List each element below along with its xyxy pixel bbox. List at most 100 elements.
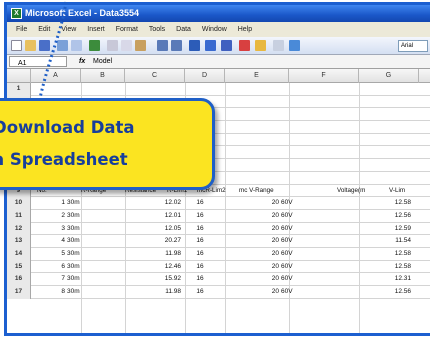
cell-resistance[interactable]: 12.46 — [125, 261, 181, 274]
cell-r-lim2[interactable]: 20 — [265, 223, 279, 236]
cell-r-range[interactable]: 30m — [67, 273, 97, 286]
column-header-f[interactable]: F — [289, 69, 359, 83]
cell-v-range[interactable]: 60V — [281, 235, 301, 248]
row-header[interactable]: 1 — [7, 83, 31, 96]
cell-r-range[interactable]: 30m — [67, 286, 97, 299]
cell-resistance[interactable]: 11.98 — [125, 286, 181, 299]
cell-voltage[interactable]: 12.58 — [361, 248, 411, 261]
cell-r-lim2[interactable]: 20 — [265, 235, 279, 248]
paste-icon[interactable] — [135, 40, 146, 51]
row-header[interactable]: 15 — [7, 260, 31, 274]
cell-r-lim2[interactable]: 20 — [265, 286, 279, 299]
cell-voltage[interactable]: 11.54 — [361, 235, 411, 248]
cell-resistance[interactable]: 12.01 — [125, 210, 181, 223]
column-header-d[interactable]: D — [185, 69, 225, 83]
cell-r-range[interactable]: 30m — [67, 248, 97, 261]
cell-voltage[interactable]: 12.56 — [361, 286, 411, 299]
autosum-icon[interactable] — [205, 40, 216, 51]
font-name-select[interactable]: Arial — [398, 40, 428, 52]
cell-resistance[interactable]: 12.02 — [125, 197, 181, 210]
menu-file[interactable]: File — [16, 22, 27, 37]
row-header[interactable]: 13 — [7, 235, 31, 248]
help-icon[interactable] — [289, 40, 300, 51]
menu-data[interactable]: Data — [176, 22, 191, 37]
column-header-g[interactable]: G — [359, 69, 419, 83]
cell-v-range[interactable]: 60V — [281, 286, 301, 299]
cell-r-lim1[interactable]: 16 — [185, 248, 215, 261]
cell-r-range[interactable]: 30m — [67, 235, 97, 248]
cell-r-lim1[interactable]: 16 — [185, 210, 215, 223]
cell-r-lim1[interactable]: 16 — [185, 235, 215, 248]
drawing-icon[interactable] — [255, 40, 266, 51]
zoom-icon[interactable] — [273, 40, 284, 51]
row-header[interactable]: 16 — [7, 273, 31, 286]
cell-r-lim1[interactable]: 16 — [185, 286, 215, 299]
menu-insert[interactable]: Insert — [87, 22, 105, 37]
row-header[interactable]: 10 — [7, 197, 31, 210]
cell-resistance[interactable]: 12.05 — [125, 223, 181, 236]
cell-v-range[interactable]: 60V — [281, 248, 301, 261]
menu-format[interactable]: Format — [116, 22, 138, 37]
cell-v-range[interactable]: 60V — [281, 197, 301, 210]
cell-r-range[interactable]: 30m — [67, 223, 97, 236]
undo-icon[interactable] — [157, 40, 168, 51]
cell-r-lim2[interactable]: 20 — [265, 261, 279, 274]
column-header-c[interactable]: C — [125, 69, 185, 83]
cell-voltage[interactable]: 12.56 — [361, 210, 411, 223]
row-header[interactable]: 14 — [7, 247, 31, 261]
header-cell-v-range[interactable]: mc V-Range — [239, 185, 305, 198]
cell-no[interactable]: 3 — [37, 223, 65, 236]
cell-v-range[interactable]: 60V — [281, 223, 301, 236]
cell-no[interactable]: 6 — [37, 261, 65, 274]
redo-icon[interactable] — [171, 40, 182, 51]
chart-icon[interactable] — [239, 40, 250, 51]
cell-no[interactable]: 5 — [37, 248, 65, 261]
cell-no[interactable]: 8 — [37, 286, 65, 299]
cell-voltage[interactable]: 12.31 — [361, 273, 411, 286]
menu-window[interactable]: Window — [202, 22, 227, 37]
cell-no[interactable]: 2 — [37, 210, 65, 223]
header-cell-voltage[interactable]: Voltage(m — [337, 185, 387, 198]
cell-r-lim1[interactable]: 16 — [185, 197, 215, 210]
cell-voltage[interactable]: 12.58 — [361, 197, 411, 210]
cell-r-range[interactable]: 30m — [67, 210, 97, 223]
cell-no[interactable]: 4 — [37, 235, 65, 248]
copy-icon[interactable] — [121, 40, 132, 51]
cell-voltage[interactable]: 12.58 — [361, 261, 411, 274]
row-header[interactable]: 17 — [7, 286, 31, 299]
row-header[interactable]: 12 — [7, 222, 31, 236]
cell-r-lim1[interactable]: 16 — [185, 273, 215, 286]
new-icon[interactable] — [11, 40, 22, 51]
cell-r-range[interactable]: 30m — [67, 197, 97, 210]
formula-input[interactable]: Model — [93, 55, 112, 68]
cell-r-lim2[interactable]: 20 — [265, 197, 279, 210]
open-icon[interactable] — [25, 40, 36, 51]
cell-resistance[interactable]: 15.92 — [125, 273, 181, 286]
cell-v-range[interactable]: 60V — [281, 210, 301, 223]
cut-icon[interactable] — [107, 40, 118, 51]
column-header-e[interactable]: E — [225, 69, 289, 83]
cell-r-lim2[interactable]: 20 — [265, 273, 279, 286]
cell-r-lim2[interactable]: 20 — [265, 248, 279, 261]
cell-voltage[interactable]: 12.59 — [361, 223, 411, 236]
column-header-b[interactable]: B — [81, 69, 125, 83]
header-cell-v-lim[interactable]: V-Lim — [389, 185, 429, 198]
hyperlink-icon[interactable] — [189, 40, 200, 51]
cell-r-lim1[interactable]: 16 — [185, 223, 215, 236]
spelling-icon[interactable] — [89, 40, 100, 51]
cell-no[interactable]: 1 — [37, 197, 65, 210]
menu-help[interactable]: Help — [238, 22, 252, 37]
cell-r-lim2[interactable]: 20 — [265, 210, 279, 223]
fx-icon[interactable]: fx — [79, 55, 85, 68]
download-callout[interactable]: Download Data a Spreadsheet — [0, 98, 215, 190]
cell-r-lim1[interactable]: 16 — [185, 261, 215, 274]
cell-resistance[interactable]: 20.27 — [125, 235, 181, 248]
cell-v-range[interactable]: 60V — [281, 261, 301, 274]
select-all-corner[interactable] — [7, 69, 31, 83]
cell-v-range[interactable]: 60V — [281, 273, 301, 286]
menu-tools[interactable]: Tools — [149, 22, 165, 37]
row-header[interactable]: 11 — [7, 209, 31, 223]
cell-resistance[interactable]: 11.98 — [125, 248, 181, 261]
sort-icon[interactable] — [221, 40, 232, 51]
cell-no[interactable]: 7 — [37, 273, 65, 286]
